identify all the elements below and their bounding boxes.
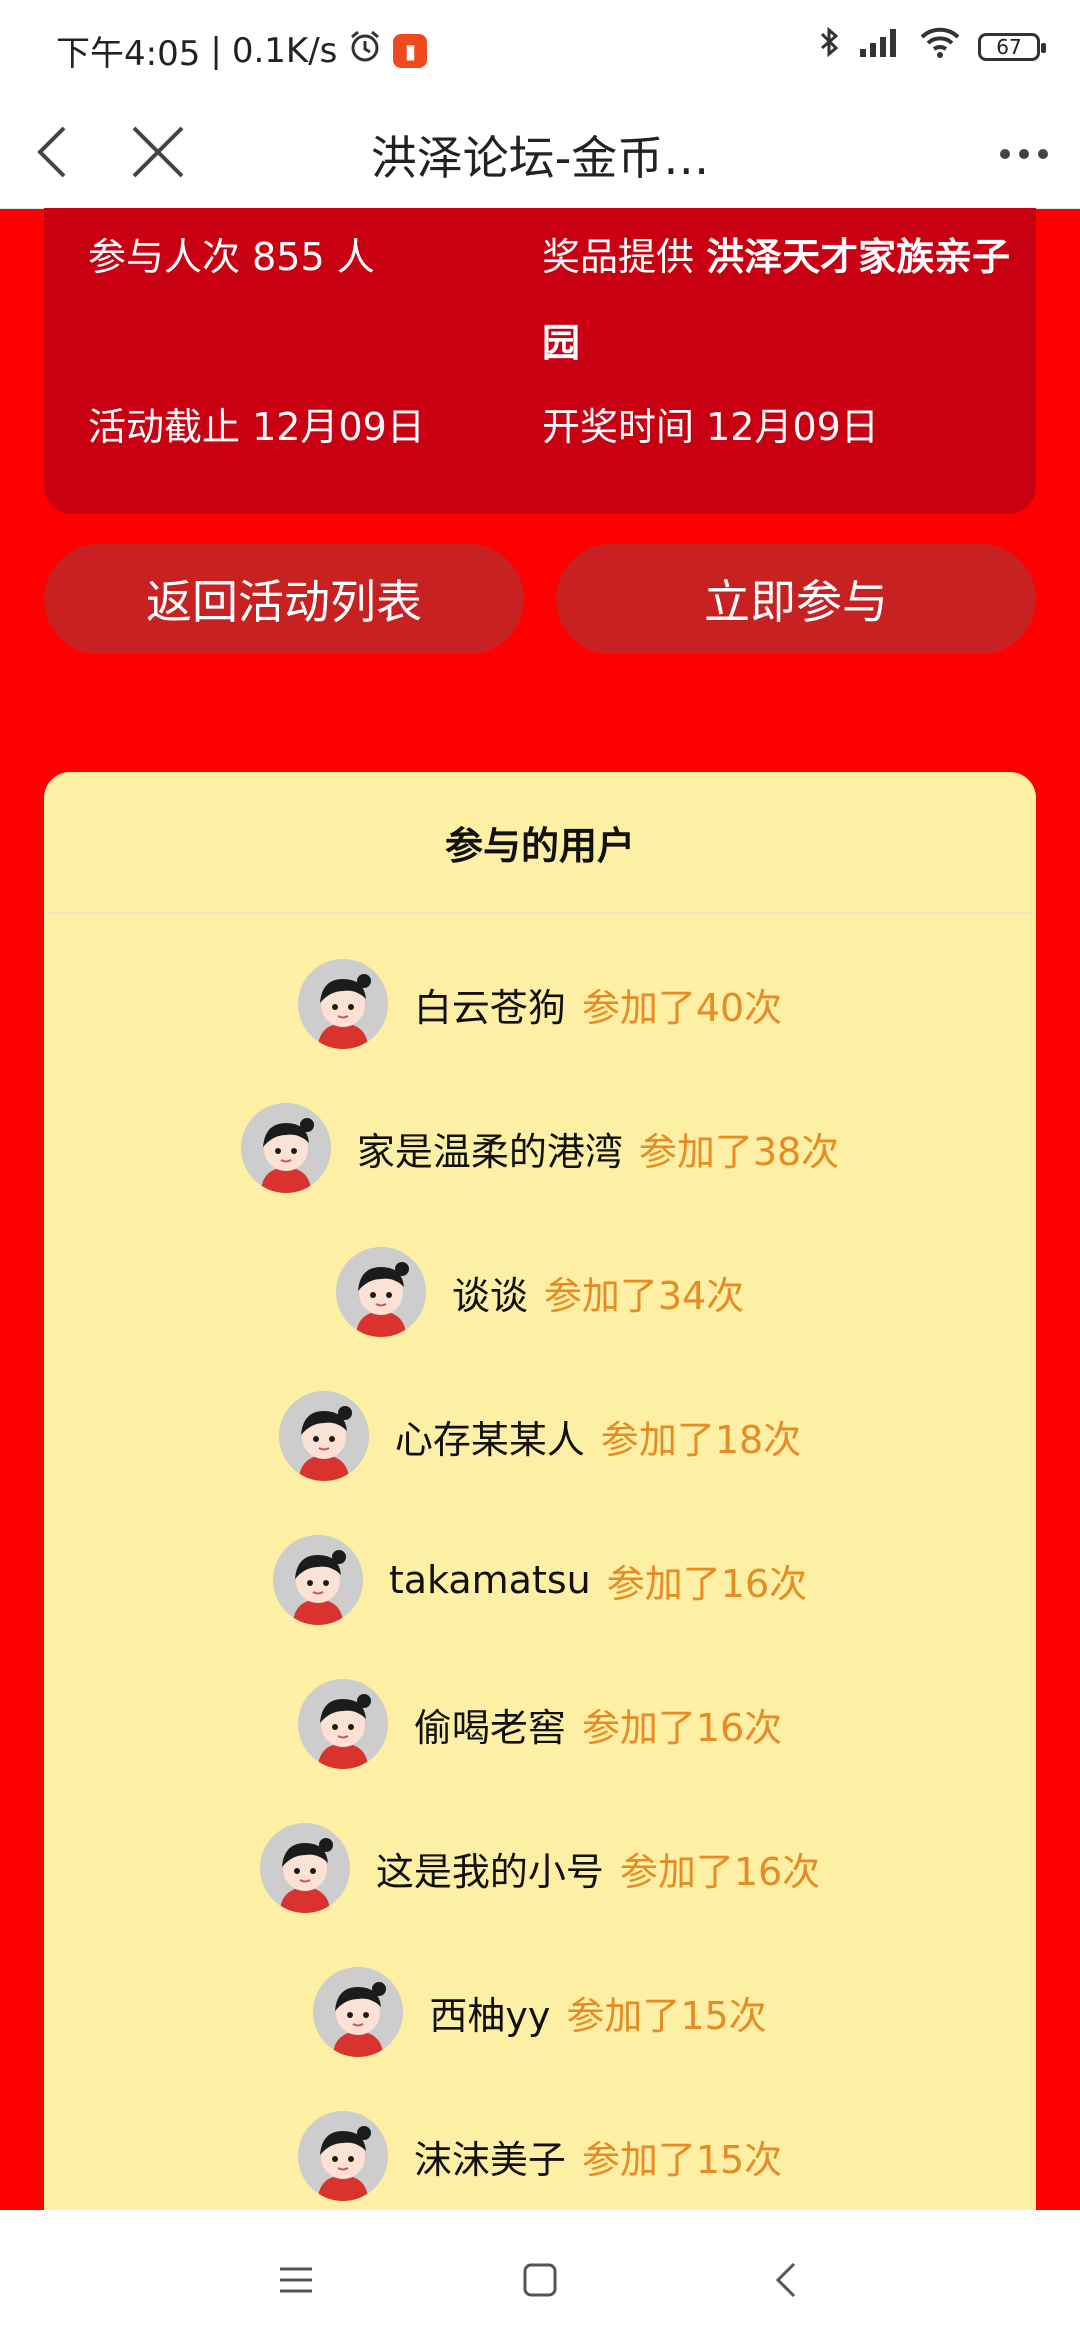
prize-info: 奖品提供 洪泽天才家族亲子园: [542, 214, 1012, 386]
deadline-value: 12月09日: [252, 405, 425, 449]
menu-icon: [280, 2267, 312, 2293]
user-list-item[interactable]: 沫沫美子 参加了15次: [44, 2106, 1036, 2206]
user-name[interactable]: 偷喝老窖: [414, 1697, 566, 1752]
avatar[interactable]: [272, 1535, 363, 1625]
network-speed: 0.1K/s: [231, 30, 338, 71]
participants-panel: 参与的用户 白云苍狗 参加了40次 家是温柔的港湾 参加了38次 谈谈 参加了34次 心存某…: [44, 772, 1036, 2232]
deadline-label: 活动截止: [88, 405, 241, 449]
user-list-item[interactable]: 偷喝老窖 参加了16次: [44, 1674, 1036, 1774]
title-bar: 洪泽论坛-金币…: [0, 96, 1080, 209]
participation-count: 参加了16次: [619, 1849, 821, 1894]
user-list-item[interactable]: 心存某某人 参加了18次: [44, 1386, 1036, 1486]
activity-info-card: 参与人次 855 人 奖品提供 洪泽天才家族亲子园 活动截止 12月09日 开奖…: [44, 208, 1036, 514]
back-to-list-button[interactable]: 返回活动列表: [44, 544, 524, 654]
user-name[interactable]: 白云苍狗: [414, 977, 566, 1032]
wifi-icon: [918, 25, 962, 68]
close-button[interactable]: [124, 118, 192, 186]
panel-title: 参与的用户: [44, 772, 1036, 914]
deadline-info: 活动截止 12月09日: [88, 398, 425, 456]
avatar[interactable]: [313, 1967, 404, 2057]
status-bar: 下午4:05 | 0.1K/s ▮ 67: [0, 0, 1080, 96]
participants-info: 参与人次 855 人: [88, 228, 375, 286]
system-nav-bar: [0, 2210, 1080, 2340]
home-square-icon: [523, 2263, 557, 2297]
avatar[interactable]: [240, 1103, 331, 1193]
alarm-icon: [347, 28, 383, 73]
user-list-item[interactable]: 这是我的小号 参加了16次: [44, 1818, 1036, 1918]
user-name[interactable]: 谈谈: [452, 1265, 528, 1320]
signal-icon: [858, 25, 902, 68]
more-icon: [1000, 149, 1048, 159]
back-triangle-icon: [775, 2262, 796, 2298]
menu-nav-button[interactable]: [266, 2250, 326, 2310]
participation-count: 参加了16次: [581, 1705, 783, 1750]
more-button[interactable]: [994, 124, 1054, 184]
participants-value: 855 人: [252, 235, 375, 279]
page-title: 洪泽论坛-金币…: [370, 131, 710, 185]
close-icon: [132, 126, 184, 178]
user-list-item[interactable]: 白云苍狗 参加了40次: [44, 954, 1036, 1054]
prize-label: 奖品提供: [542, 235, 695, 279]
avatar[interactable]: [278, 1391, 369, 1481]
join-now-button[interactable]: 立即参与: [556, 544, 1036, 654]
avatar[interactable]: [335, 1247, 426, 1337]
participation-count: 参加了16次: [606, 1561, 808, 1606]
avatar[interactable]: [297, 1679, 388, 1769]
user-name[interactable]: 家是温柔的港湾: [357, 1121, 623, 1176]
user-list-item[interactable]: 西柚yy 参加了15次: [44, 1962, 1036, 2062]
back-button[interactable]: [22, 122, 82, 182]
user-name[interactable]: 心存某某人: [395, 1409, 585, 1464]
bluetooth-icon: [818, 24, 842, 69]
participation-count: 参加了38次: [638, 1129, 840, 1174]
chevron-left-icon: [37, 126, 66, 178]
status-time: 下午4:05: [56, 34, 201, 74]
user-name[interactable]: 沫沫美子: [414, 2129, 566, 2184]
back-nav-button[interactable]: [756, 2250, 816, 2310]
home-nav-button[interactable]: [510, 2250, 570, 2310]
participation-count: 参加了15次: [581, 2137, 783, 2182]
participation-count: 参加了40次: [581, 985, 783, 1030]
avatar[interactable]: [297, 959, 388, 1049]
user-name[interactable]: 西柚yy: [429, 1985, 550, 2040]
user-name[interactable]: 这是我的小号: [376, 1841, 604, 1896]
status-separator: |: [210, 30, 222, 71]
participants-label: 参与人次: [88, 235, 241, 279]
participation-count: 参加了34次: [543, 1273, 745, 1318]
avatar[interactable]: [259, 1823, 350, 1913]
user-list-item[interactable]: 家是温柔的港湾 参加了38次: [44, 1098, 1036, 1198]
app-notification-icon: ▮: [393, 33, 428, 68]
draw-value: 12月09日: [706, 405, 879, 449]
draw-time-info: 开奖时间 12月09日: [542, 398, 879, 456]
draw-label: 开奖时间: [542, 405, 695, 449]
user-name[interactable]: takamatsu: [389, 1558, 591, 1602]
participation-count: 参加了18次: [600, 1417, 802, 1462]
user-list-item[interactable]: 谈谈 参加了34次: [44, 1242, 1036, 1342]
participation-count: 参加了15次: [566, 1993, 767, 2038]
battery-level: 67: [996, 34, 1022, 59]
battery-icon: 67: [978, 32, 1046, 61]
avatar[interactable]: [297, 2111, 388, 2201]
user-list-item[interactable]: takamatsu 参加了16次: [44, 1530, 1036, 1630]
